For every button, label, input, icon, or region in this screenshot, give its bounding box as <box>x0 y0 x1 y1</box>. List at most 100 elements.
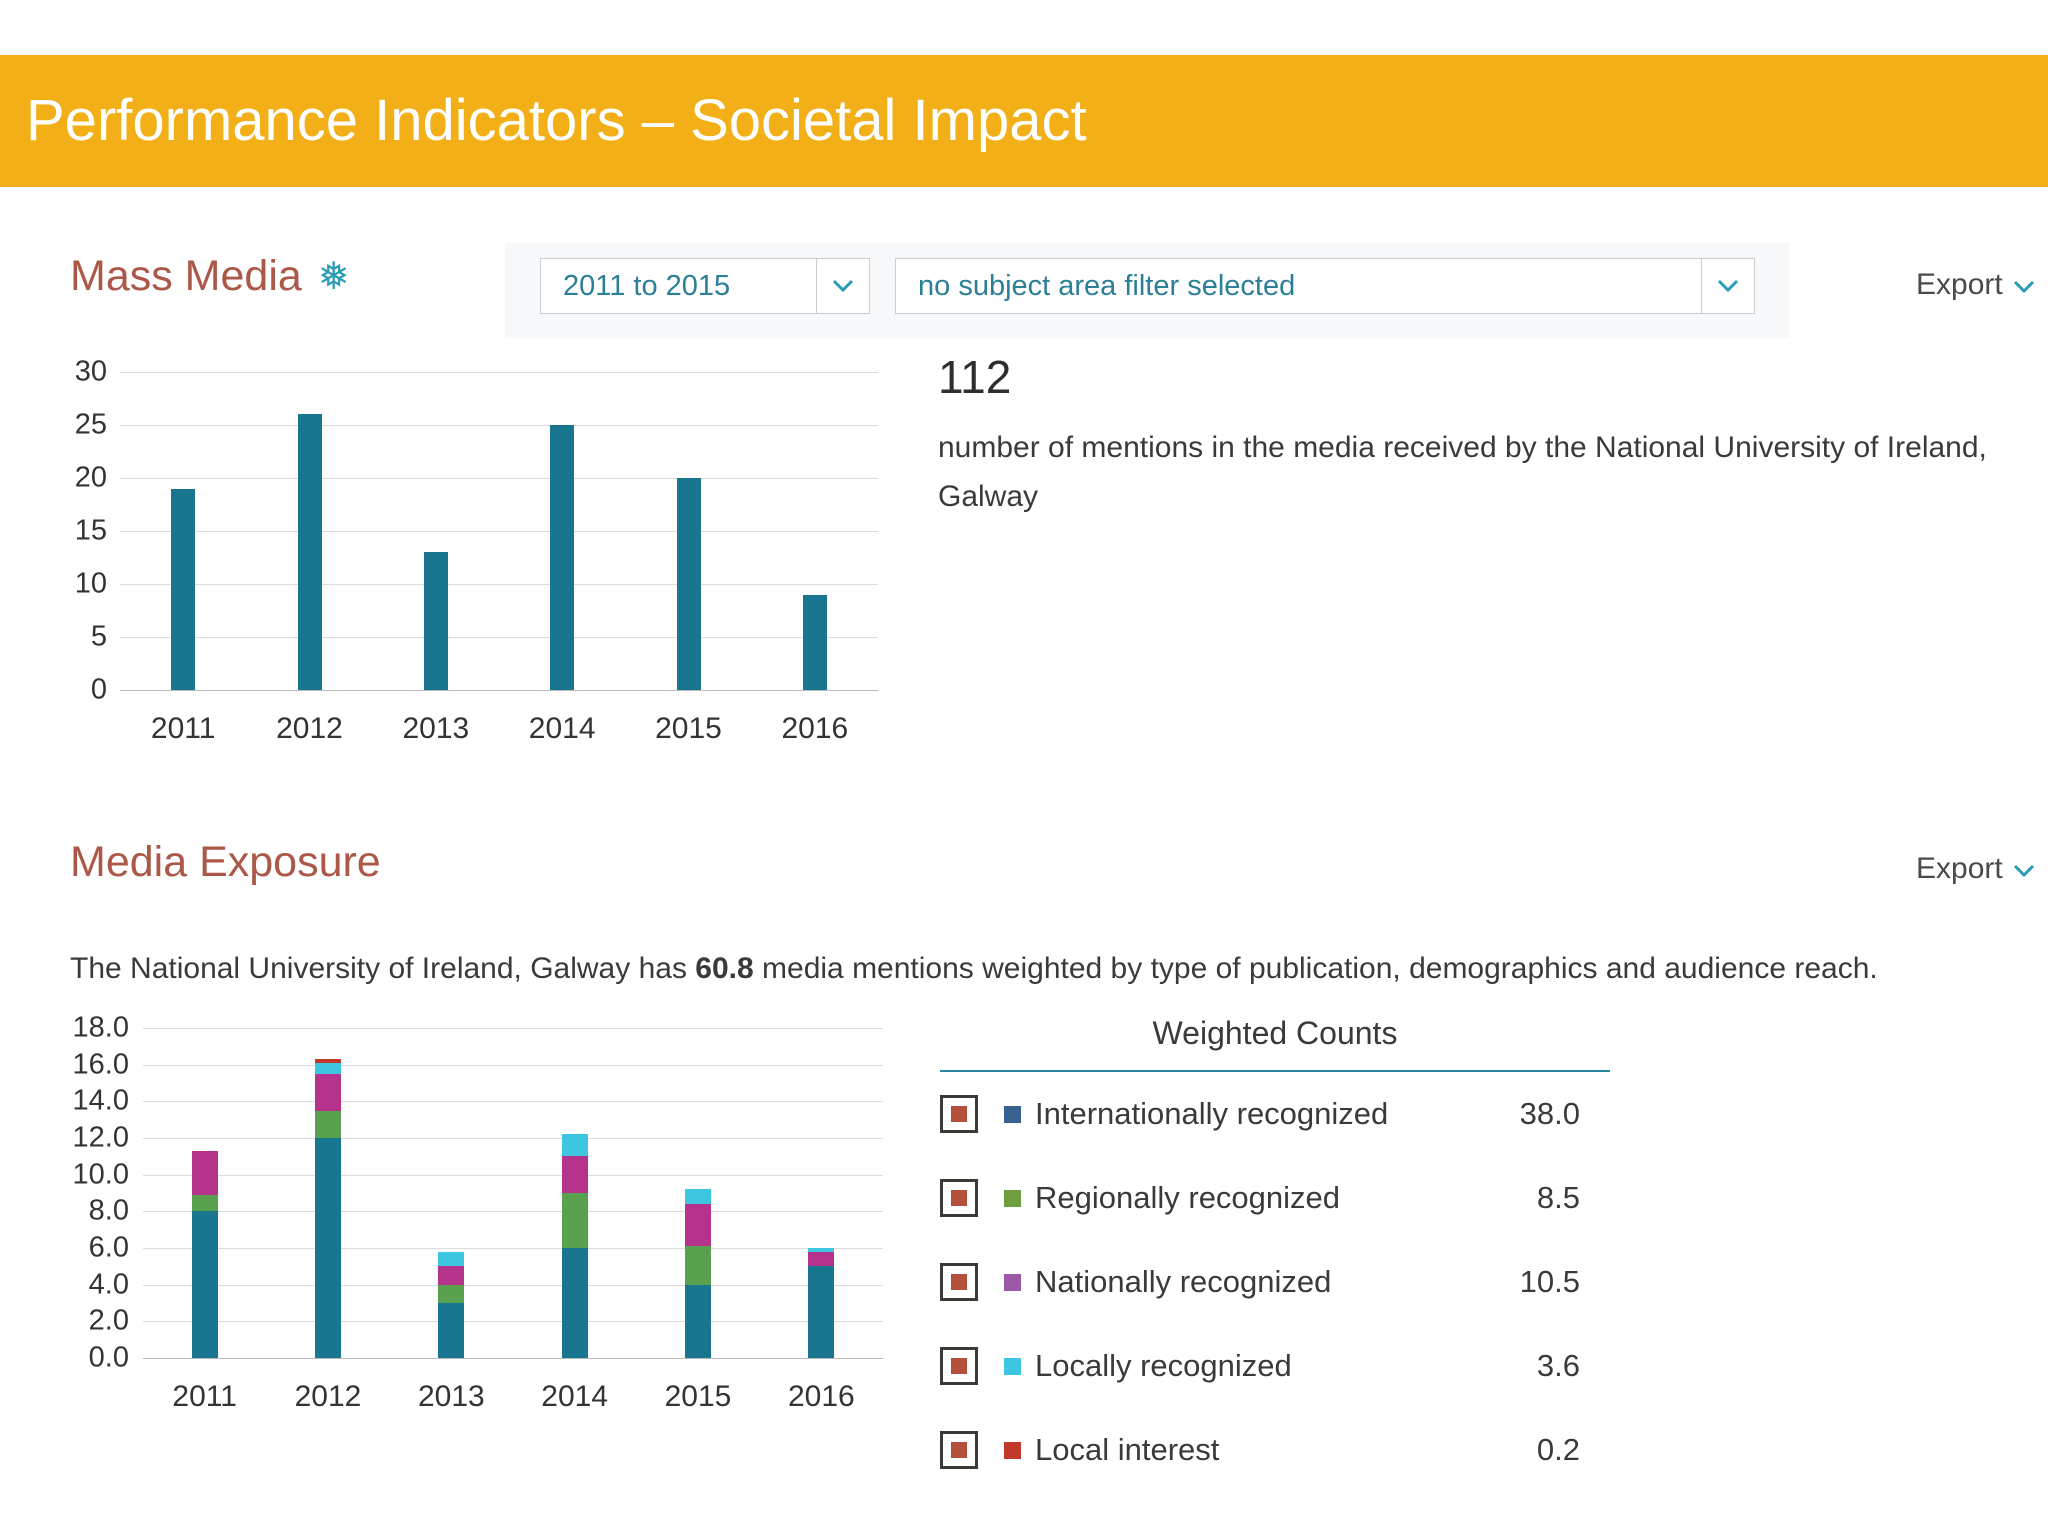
bar <box>676 478 701 690</box>
legend-label: Nationally recognized <box>1035 1264 1332 1299</box>
stacked-bar-segment <box>438 1266 465 1285</box>
stacked-bar-segment <box>685 1204 711 1247</box>
bar <box>550 425 575 690</box>
stacked-bar-segment <box>685 1189 711 1204</box>
y-tick-label: 10 <box>74 567 107 600</box>
export-label: Export <box>1916 852 2003 885</box>
summary-suffix: media mentions weighted by type of publi… <box>753 952 1878 985</box>
x-tick-label: 2011 <box>172 1380 237 1413</box>
chevron-down-icon <box>2013 268 2035 302</box>
chevron-down-icon[interactable] <box>816 259 869 313</box>
export-label: Export <box>1916 268 2003 301</box>
stacked-bar-segment <box>191 1211 218 1358</box>
mass-media-export-button[interactable]: Export <box>1916 268 2035 302</box>
stacked-bar-segment <box>191 1194 218 1212</box>
bar-chart-plot <box>120 372 878 691</box>
page-title: Performance Indicators – Societal Impact <box>26 88 1087 153</box>
x-axis-labels: 2011 2012 2013 2014 2015 2016 <box>143 1370 883 1414</box>
y-tick-label: 5 <box>90 620 107 653</box>
legend-row: Local interest 0.2 <box>940 1408 1610 1492</box>
legend-value: 8.5 <box>1536 1180 1580 1215</box>
gridline <box>143 1284 883 1286</box>
y-tick-label: 30 <box>74 355 107 388</box>
x-tick-label: 2015 <box>664 1380 732 1413</box>
media-exposure-header: Media Exposure <box>70 838 381 887</box>
filter-toggle-button[interactable] <box>940 1179 978 1217</box>
legend-row: Internationally recognized 38.0 <box>940 1072 1610 1156</box>
y-tick-label: 0 <box>90 673 107 706</box>
stacked-bar-segment <box>438 1303 465 1358</box>
bar <box>423 552 448 690</box>
gridline <box>120 690 878 691</box>
chevron-down-icon <box>2013 852 2035 886</box>
stacked-bar-segment <box>315 1110 341 1138</box>
x-tick-label: 2016 <box>787 1380 855 1413</box>
gridline <box>143 1211 883 1213</box>
summary-prefix: The National University of Ireland, Galw… <box>70 952 696 985</box>
legend-row: Nationally recognized 10.5 <box>940 1240 1610 1324</box>
bar-chart-plot <box>143 1028 883 1359</box>
legend-row: Regionally recognized 8.5 <box>940 1156 1610 1240</box>
gridline <box>120 531 878 532</box>
legend-color-swatch <box>1004 1357 1021 1375</box>
filter-toggle-button[interactable] <box>940 1347 978 1385</box>
stacked-bar-segment <box>191 1150 218 1195</box>
filter-toggle-mark <box>951 1190 967 1206</box>
gridline <box>143 1174 883 1176</box>
filter-toggle-button[interactable] <box>940 1095 978 1133</box>
gridline <box>143 1358 883 1359</box>
y-tick-label: 6.0 <box>88 1231 129 1264</box>
stacked-bar-segment <box>561 1134 588 1157</box>
legend-value: 38.0 <box>1519 1096 1580 1131</box>
stacked-bar-segment <box>315 1138 341 1358</box>
gridline <box>143 1248 883 1249</box>
legend-value: 3.6 <box>1536 1348 1580 1383</box>
subject-filter-value: no subject area filter selected <box>918 269 1296 302</box>
y-tick-label: 12.0 <box>72 1121 129 1154</box>
filter-toggle-button[interactable] <box>940 1263 978 1301</box>
legend-color-swatch <box>1004 1273 1021 1291</box>
mass-media-header: Mass Media ❅ <box>70 252 350 301</box>
gridline <box>143 1064 883 1066</box>
snowflake-icon[interactable]: ❅ <box>318 258 350 296</box>
legend-rows: Internationally recognized 38.0 Regionally… <box>940 1072 1610 1492</box>
filter-toggle-button[interactable] <box>940 1431 978 1469</box>
subject-filter-dropdown[interactable]: no subject area filter selected <box>895 258 1755 314</box>
media-exposure-summary: The National University of Ireland, Galw… <box>70 952 2000 986</box>
gridline <box>120 478 878 479</box>
legend-label: Regionally recognized <box>1035 1180 1341 1215</box>
stacked-bar-segment <box>561 1193 588 1248</box>
page-banner: Performance Indicators – Societal Impact <box>0 55 2048 187</box>
legend-value: 10.5 <box>1519 1264 1580 1299</box>
year-range-value: 2011 to 2015 <box>563 269 731 302</box>
y-tick-label: 18.0 <box>72 1011 129 1044</box>
summary-value: 60.8 <box>695 952 754 985</box>
chevron-down-icon[interactable] <box>1701 259 1754 313</box>
gridline <box>120 372 878 373</box>
stacked-bar-segment <box>315 1062 341 1074</box>
stacked-bar-segment <box>315 1073 341 1111</box>
y-tick-label: 0.0 <box>88 1341 129 1374</box>
legend-color-swatch <box>1004 1441 1021 1459</box>
media-exposure-export-button[interactable]: Export <box>1916 852 2035 886</box>
x-tick-label: 2012 <box>294 1380 362 1413</box>
x-axis-labels: 2011 2012 2013 2014 2015 2016 <box>120 702 878 746</box>
legend-value: 0.2 <box>1536 1432 1580 1467</box>
y-tick-label: 16.0 <box>72 1048 129 1081</box>
mentions-description: number of mentions in the media received… <box>938 431 1987 513</box>
stacked-bar-segment <box>808 1248 835 1252</box>
gridline <box>120 584 878 585</box>
stacked-bar-segment <box>808 1251 835 1267</box>
y-axis-labels: 0.0 2.0 4.0 6.0 8.0 10.0 12.0 14.0 16.0 18.0 <box>55 1012 135 1374</box>
legend-title: Weighted Counts <box>940 1015 1610 1072</box>
filter-toggle-mark <box>951 1358 967 1374</box>
y-tick-label: 10.0 <box>72 1158 129 1191</box>
x-tick-label: 2014 <box>528 712 596 745</box>
legend-color-swatch <box>1004 1105 1021 1123</box>
stacked-bar-segment <box>808 1266 835 1358</box>
x-tick-label: 2015 <box>655 712 722 745</box>
y-tick-label: 15 <box>74 514 107 547</box>
legend-row: Locally recognized 3.6 <box>940 1324 1610 1408</box>
gridline <box>120 425 878 426</box>
year-range-dropdown[interactable]: 2011 to 2015 <box>540 258 870 314</box>
